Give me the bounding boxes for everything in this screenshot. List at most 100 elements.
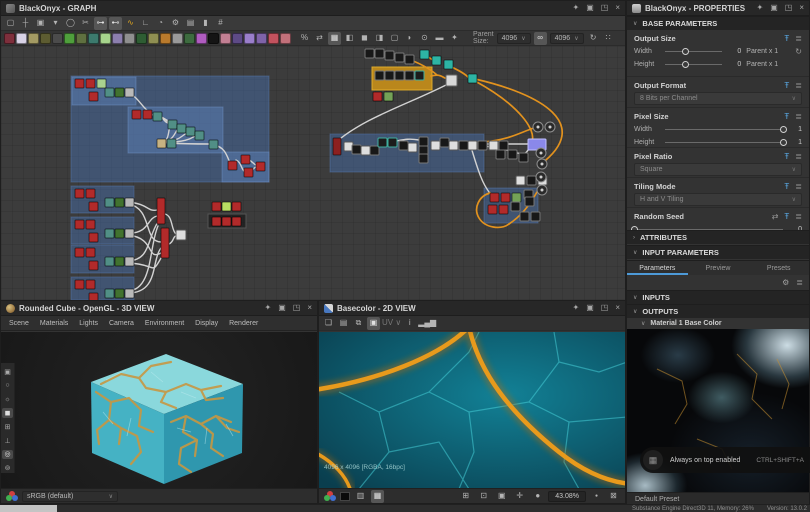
graph-node[interactable] — [501, 193, 510, 202]
pixel-width-slider[interactable] — [665, 123, 783, 136]
noise-node-icon[interactable] — [160, 33, 171, 44]
rgba-icon[interactable]: ▦ — [371, 490, 384, 503]
histogram-icon[interactable]: ▂▄▆ — [418, 317, 436, 330]
graph-node[interactable] — [105, 198, 114, 207]
graph-node[interactable] — [385, 51, 394, 60]
graph-node[interactable] — [132, 110, 141, 119]
close-button[interactable]: × — [615, 4, 620, 12]
section-base-parameters[interactable]: ∨BASE PARAMETERS — [627, 16, 809, 30]
graph-node[interactable] — [97, 79, 106, 88]
graph-node[interactable] — [86, 220, 95, 229]
graph-node[interactable] — [516, 176, 525, 185]
graph-node[interactable] — [86, 189, 95, 198]
maximize-button[interactable]: ◳ — [601, 304, 609, 312]
section-outputs[interactable]: ∨OUTPUTS — [627, 304, 809, 318]
cursor-mode-icon[interactable]: ▾ — [49, 17, 62, 30]
timeline-icon[interactable]: ◔ — [154, 17, 167, 30]
tiling-grid-icon[interactable]: ⊞ — [459, 490, 472, 503]
text-node-icon[interactable] — [208, 33, 219, 44]
frame-icon[interactable]: ▣ — [495, 490, 508, 503]
list-menu-icon[interactable]: ≣ — [796, 278, 803, 287]
pin-button[interactable]: ✦ — [757, 4, 764, 12]
graph-node[interactable] — [384, 92, 393, 101]
colorspace-dropdown[interactable]: sRGB (default)∨ — [22, 491, 118, 502]
uv-dropdown[interactable]: UV ∨ — [382, 317, 401, 330]
close-button[interactable]: × — [799, 4, 804, 12]
height-parent-mode[interactable]: Parent x 1 — [746, 61, 790, 68]
color-channels-icon[interactable] — [324, 491, 336, 501]
graph-node[interactable] — [378, 138, 387, 147]
graph-node[interactable] — [212, 202, 221, 211]
save-icon[interactable]: ▤ — [337, 317, 350, 330]
graph-node[interactable] — [125, 257, 134, 266]
node-graph-canvas[interactable] — [1, 46, 625, 300]
dot-node-icon[interactable]: ⊙ — [418, 32, 431, 45]
graph-node[interactable] — [488, 205, 497, 214]
pixel-grid-icon[interactable]: ▦ — [328, 32, 341, 45]
distance-node-icon[interactable] — [88, 33, 99, 44]
graph-node[interactable] — [499, 141, 508, 150]
parameter-menu-icon[interactable]: ≣ — [795, 113, 802, 121]
pixel-ratio-dropdown[interactable]: Square∨ — [634, 163, 802, 176]
graph-node[interactable] — [489, 141, 498, 150]
graph-node[interactable] — [352, 145, 361, 154]
menu-renderer[interactable]: Renderer — [229, 320, 258, 327]
ground-icon[interactable]: ◼ — [2, 408, 13, 418]
gradient-map-node-icon[interactable] — [112, 33, 123, 44]
compact-material-icon[interactable]: ⊷ — [109, 17, 122, 30]
zoom-lock-icon[interactable]: ⊠ — [607, 490, 620, 503]
graph-node[interactable] — [432, 56, 441, 65]
channel-strip-icon[interactable]: ▥ — [354, 490, 367, 503]
graph-node[interactable] — [405, 71, 414, 80]
graph-node[interactable] — [105, 289, 114, 298]
graph-node[interactable] — [449, 141, 458, 150]
graph-node[interactable] — [89, 293, 98, 300]
relative-link-icon[interactable]: ⇄ — [313, 32, 326, 45]
pan-icon[interactable]: ┼ — [19, 17, 32, 30]
graph-node[interactable] — [478, 141, 487, 150]
curve-node-icon[interactable] — [64, 33, 75, 44]
zoom-icon[interactable]: ◯ — [64, 17, 77, 30]
screenshot-icon[interactable]: ▣ — [34, 17, 47, 30]
menu-camera[interactable]: Camera — [109, 320, 134, 327]
text-a-node-icon[interactable] — [244, 33, 255, 44]
menu-display[interactable]: Display — [195, 320, 218, 327]
parameter-menu-icon[interactable]: ≣ — [795, 35, 802, 43]
elbow-link-icon[interactable]: ∟ — [139, 17, 152, 30]
graph-node[interactable] — [89, 233, 98, 242]
graph-node[interactable] — [490, 193, 499, 202]
size-sync-icon[interactable]: ↻ — [795, 47, 802, 56]
graph-node[interactable] — [105, 88, 114, 97]
graph-node[interactable] — [89, 202, 98, 211]
graph-node[interactable] — [186, 127, 195, 136]
graph-node[interactable] — [446, 75, 457, 86]
zoom-level-input[interactable]: 43.08% — [548, 491, 586, 502]
graph-node[interactable] — [440, 138, 449, 147]
curvature-node-icon[interactable] — [280, 33, 291, 44]
paint-icon[interactable]: ▮ — [199, 17, 212, 30]
tab-preview[interactable]: Preview — [688, 261, 749, 275]
node-link-mode-icon[interactable]: ⊶ — [94, 17, 107, 30]
axis-icon[interactable]: ⊥ — [2, 436, 13, 446]
graph-node[interactable] — [256, 162, 265, 171]
texture-2d-view[interactable]: 4096 x 4096 [RGBA, 16bpc] — [319, 332, 625, 488]
graph-node[interactable] — [86, 280, 95, 289]
background-swatch[interactable] — [340, 492, 350, 501]
size-reset-icon[interactable]: ↻ — [587, 32, 600, 45]
graph-node[interactable] — [244, 168, 253, 177]
width-parent-mode[interactable]: Parent x 1 — [746, 48, 790, 55]
graph-node[interactable] — [408, 143, 417, 152]
slope-blur-node-icon[interactable] — [40, 33, 51, 44]
output-format-dropdown[interactable]: 8 Bits per Channel∨ — [634, 92, 802, 105]
parameter-menu-icon[interactable]: ≣ — [795, 82, 802, 90]
properties-header[interactable]: BlackOnyx - PROPERTIES ✦ ▣ ◳ × — [627, 1, 809, 16]
graph-node[interactable] — [222, 217, 231, 226]
graph-node[interactable] — [209, 140, 218, 149]
graph-node[interactable] — [385, 71, 394, 80]
pin-button[interactable]: ✦ — [265, 304, 272, 312]
gradient-node-icon[interactable] — [268, 33, 279, 44]
graph-node[interactable] — [125, 198, 134, 207]
graph-node[interactable] — [496, 150, 505, 159]
normal-node-icon[interactable] — [172, 33, 183, 44]
channel-shuffle-node-icon[interactable] — [52, 33, 63, 44]
